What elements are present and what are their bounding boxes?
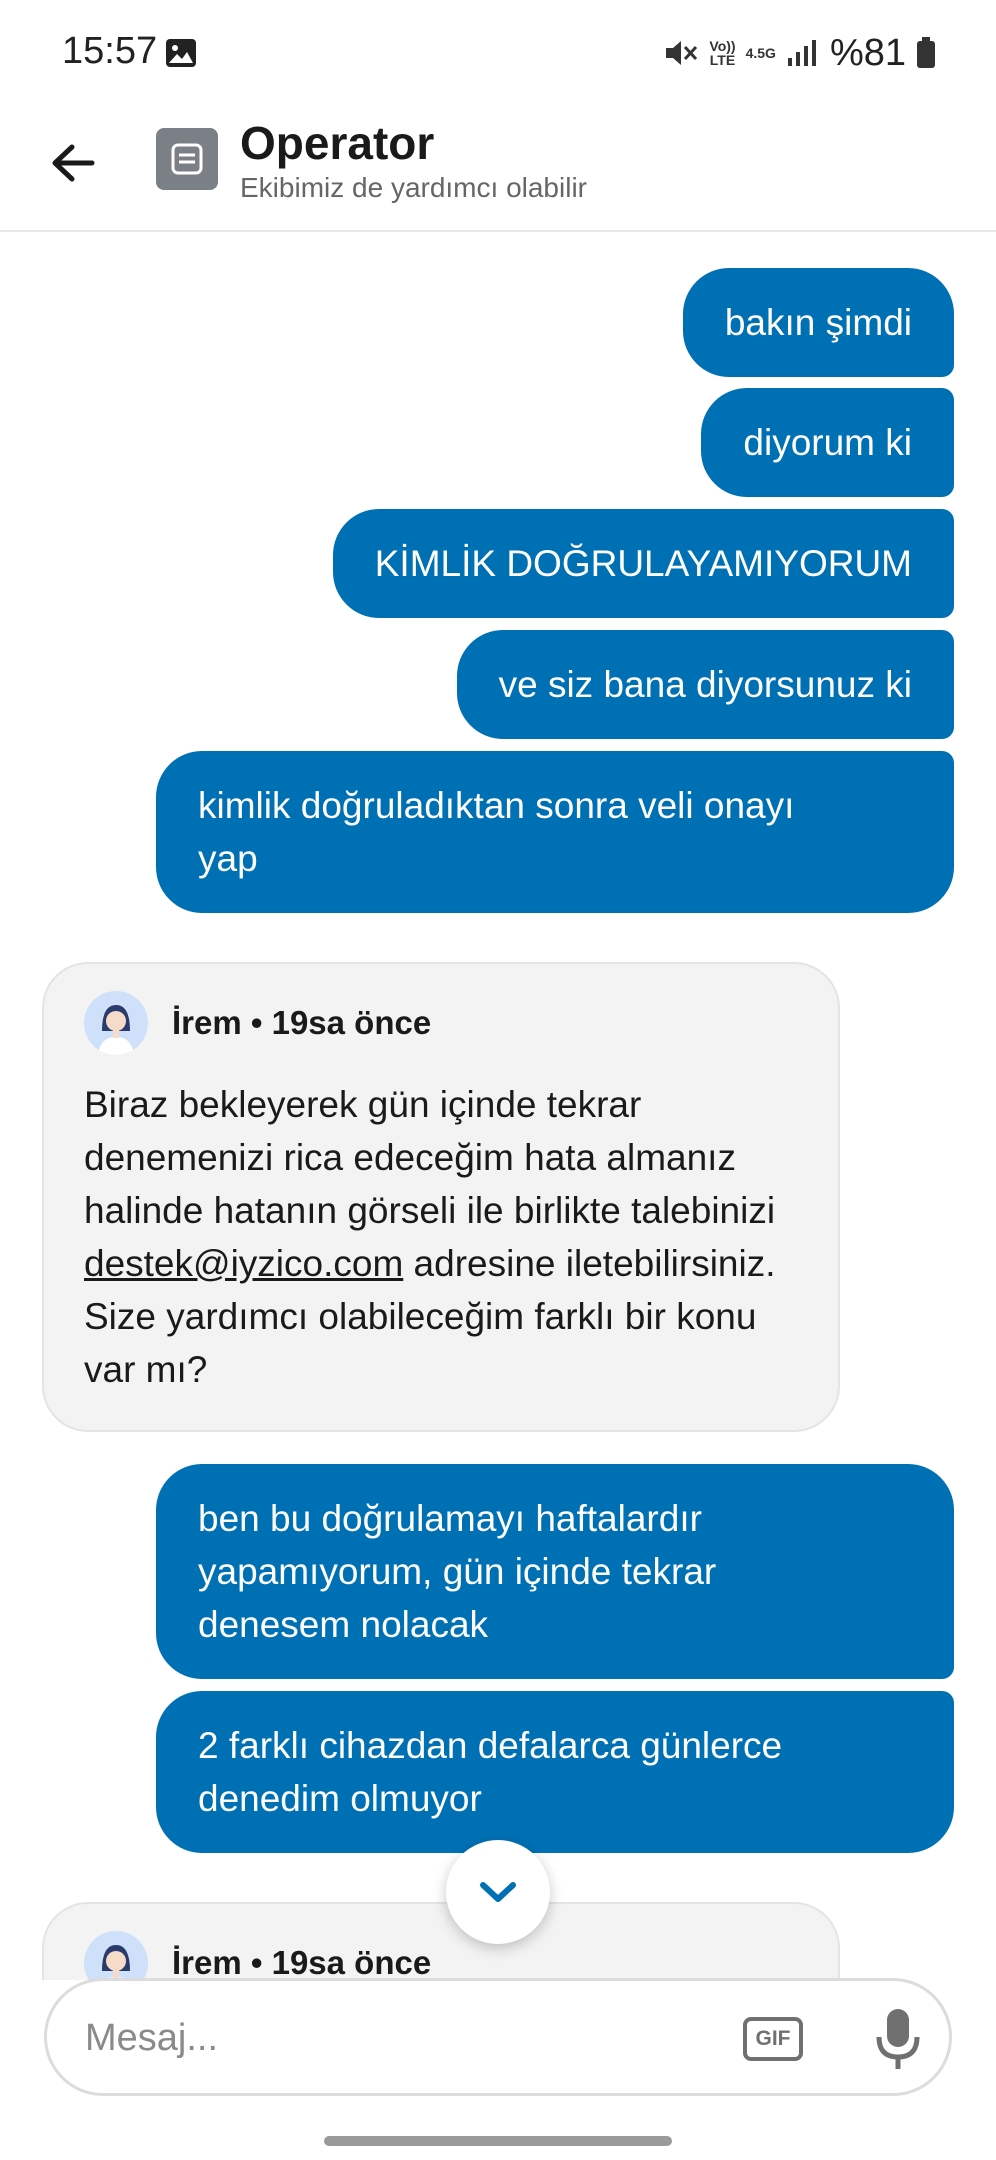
image-icon <box>166 39 196 67</box>
volte-icon: Vo)) LTE <box>709 38 736 68</box>
gif-button[interactable]: GIF <box>743 2017 803 2061</box>
agent-avatar <box>84 991 148 1055</box>
outgoing-message[interactable]: diyorum ki <box>701 388 954 497</box>
message-line: denesem nolacak <box>198 1604 489 1645</box>
outgoing-message[interactable]: 2 farklı cihazdan defalarca günlerce den… <box>156 1691 954 1853</box>
outgoing-message[interactable]: bakın şimdi <box>682 268 954 377</box>
chat-screen: 15:57 Vo)) LTE 4.5G %81 Operator Ekibimi… <box>0 0 996 2160</box>
status-icons: Vo)) LTE 4.5G %81 <box>663 30 936 76</box>
incoming-message[interactable]: İrem • 19sa önce Biraz bekleyerek gün iç… <box>42 962 840 1432</box>
message-body: Biraz bekleyerek gün içinde tekrar denem… <box>84 1078 798 1396</box>
chevron-down-icon <box>480 1882 516 1902</box>
outgoing-message[interactable]: ve siz bana diyorsunuz ki <box>456 630 954 739</box>
operator-avatar <box>156 128 218 190</box>
message-line: ben bu doğrulamayı haftalardır <box>198 1498 702 1539</box>
battery-icon <box>917 37 935 68</box>
message-text: Biraz bekleyerek gün içinde tekrar denem… <box>84 1084 776 1231</box>
message-line: kimlik doğruladıktan sonra veli onayı <box>198 785 795 826</box>
signal-icon <box>787 40 816 66</box>
battery-percent: %81 <box>829 31 906 74</box>
message-line: yap <box>198 838 258 879</box>
status-time: 15:57 <box>62 30 158 72</box>
network-icon: 4.5G <box>745 45 776 61</box>
outgoing-message[interactable]: kimlik doğruladıktan sonra veli onayı ya… <box>156 751 954 913</box>
message-composer: GIF <box>44 1978 952 2096</box>
chat-header: Operator Ekibimiz de yardımcı olabilir <box>0 110 996 232</box>
message-author-time: İrem • 19sa önce <box>172 1944 432 1980</box>
outgoing-message[interactable]: KİMLİK DOĞRULAYAMIYORUM <box>332 509 954 618</box>
message-input[interactable] <box>85 2013 705 2063</box>
message-meta: İrem • 19sa önce <box>84 1930 798 1980</box>
message-meta: İrem • 19sa önce <box>84 990 798 1056</box>
chat-title: Operator <box>240 117 435 169</box>
outgoing-message[interactable]: ben bu doğrulamayı haftalardır yapamıyor… <box>156 1464 954 1679</box>
arrow-left-icon <box>52 144 95 182</box>
email-link[interactable]: destek@iyzico.com <box>84 1243 403 1284</box>
chat-subtitle: Ekibimiz de yardımcı olabilir <box>240 172 587 203</box>
home-indicator[interactable] <box>324 2136 672 2146</box>
incoming-message[interactable]: İrem • 19sa önce <box>42 1902 840 1980</box>
back-button[interactable] <box>40 130 106 196</box>
message-list[interactable]: bakın şimdi diyorum ki KİMLİK DOĞRULAYAM… <box>0 234 996 1980</box>
mute-icon <box>666 41 698 65</box>
message-line: denedim olmuyor <box>198 1778 482 1819</box>
scroll-to-bottom-button[interactable] <box>446 1840 550 1944</box>
message-author-time: İrem • 19sa önce <box>172 1004 432 1041</box>
status-bar: 15:57 Vo)) LTE 4.5G %81 <box>0 0 996 110</box>
agent-avatar <box>84 1931 148 1980</box>
message-line: 2 farklı cihazdan defalarca günlerce <box>198 1725 783 1766</box>
operator-icon <box>171 143 203 175</box>
message-line: yapamıyorum, gün içinde tekrar <box>198 1551 717 1592</box>
microphone-icon[interactable] <box>873 2005 923 2075</box>
